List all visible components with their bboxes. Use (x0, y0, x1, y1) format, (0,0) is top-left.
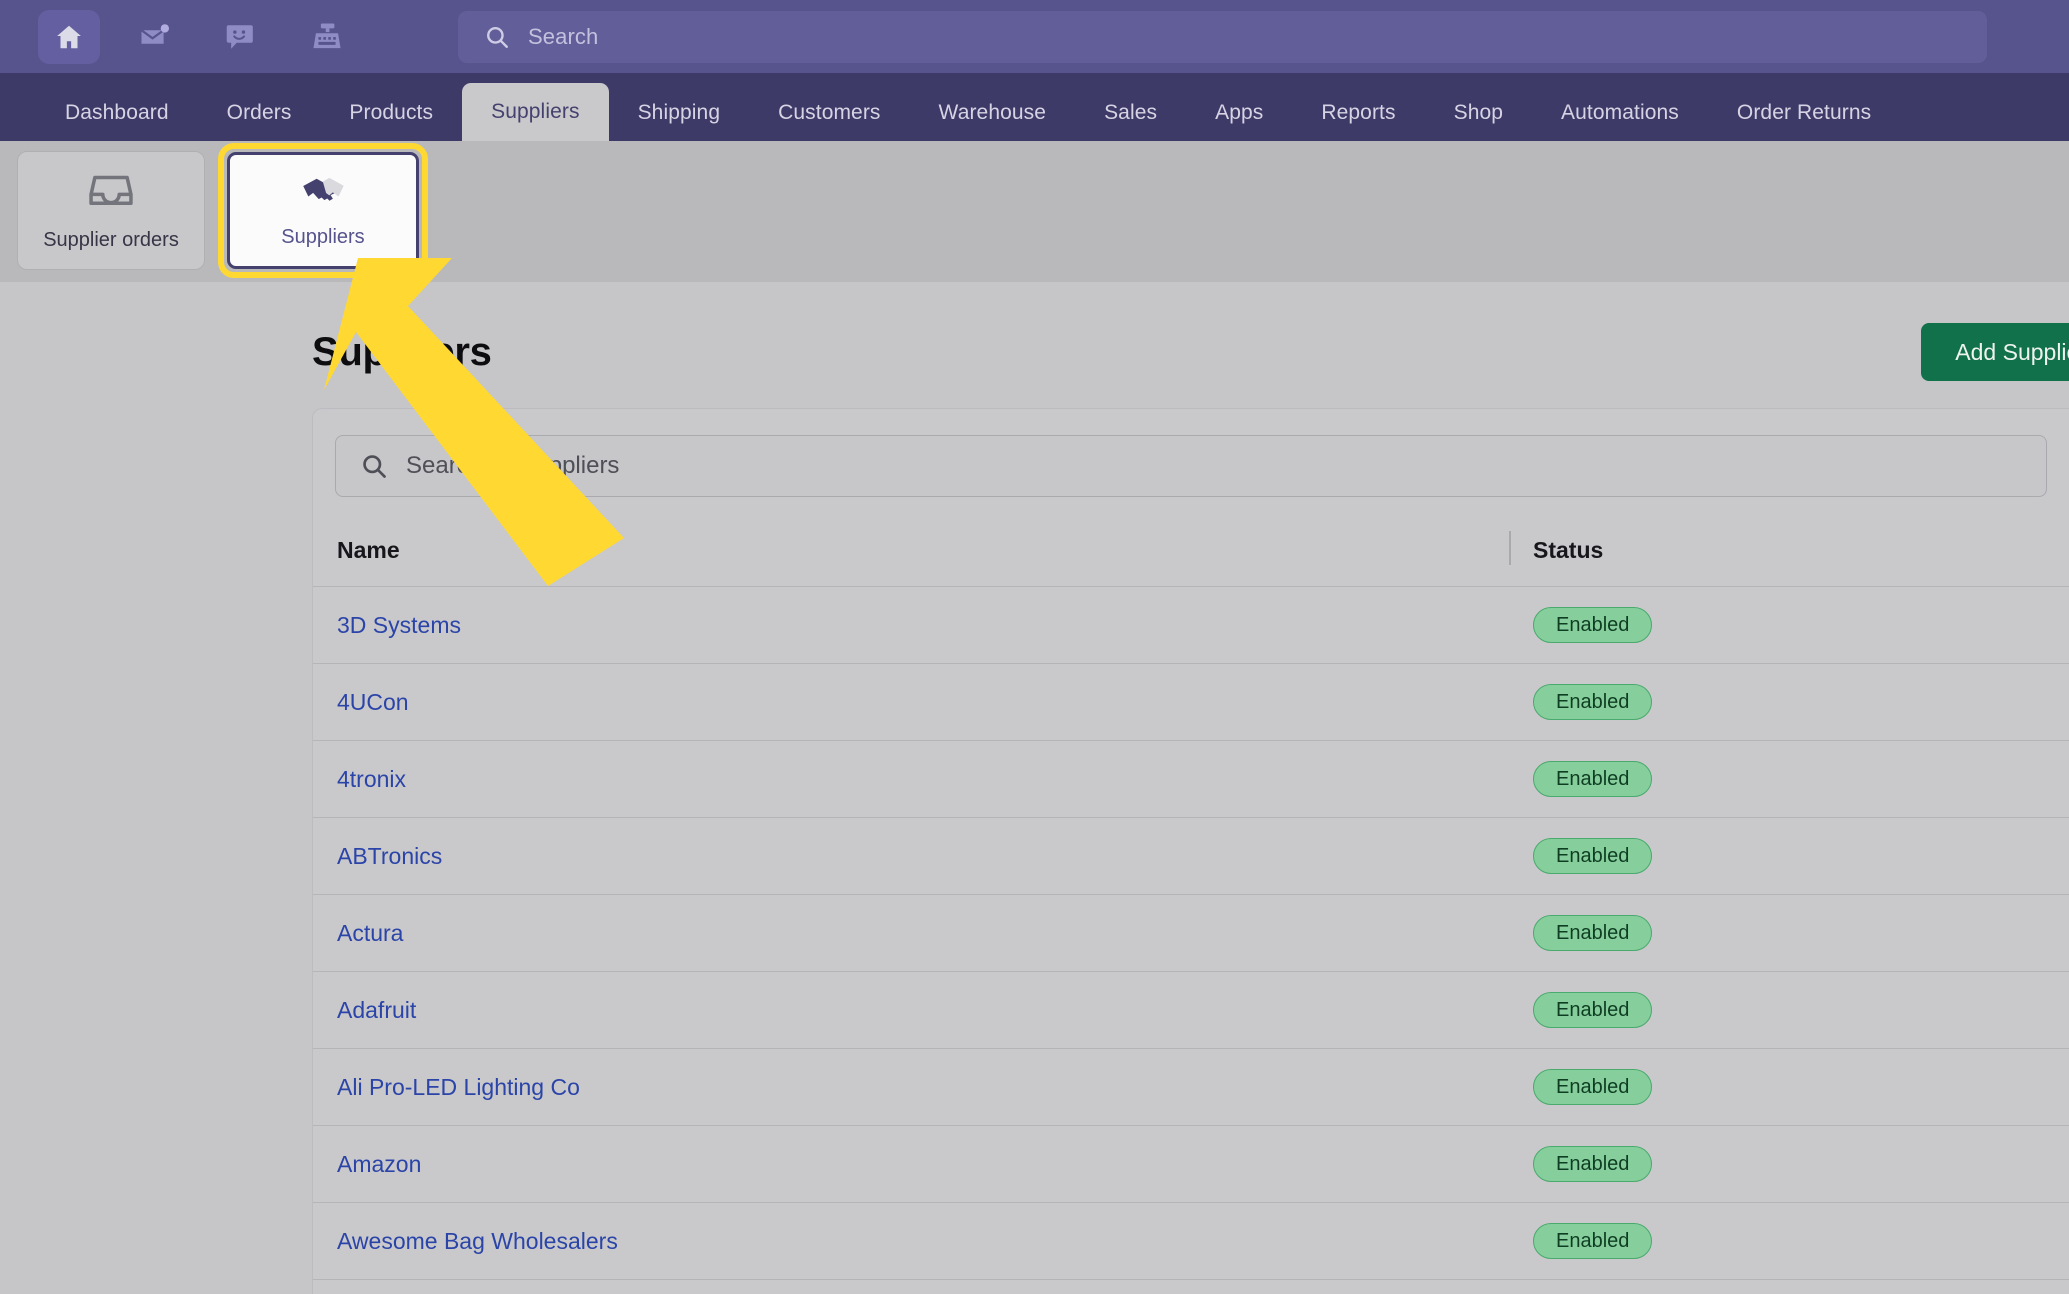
suppliers-table-head: Name Status (313, 523, 2069, 587)
global-search-input[interactable]: Search (458, 11, 1987, 63)
suppliers-card: Search for suppliers Name Status 3D Syst… (312, 408, 2069, 1294)
supplier-status-cell: Enabled (1509, 740, 2069, 818)
nav-tab-customers[interactable]: Customers (749, 85, 909, 141)
chat-smiley-icon[interactable] (210, 10, 272, 64)
status-badge: Enabled (1533, 1223, 1653, 1259)
supplier-name-cell: Book Depository (313, 1279, 1509, 1294)
supplier-name-cell: Adafruit (313, 971, 1509, 1049)
subnav-tile-label: Supplier orders (43, 228, 179, 251)
supplier-search-placeholder: Search for suppliers (406, 452, 620, 479)
supplier-status-cell: Enabled (1509, 894, 2069, 972)
mail-icon[interactable] (124, 10, 186, 64)
page-title: Suppliers (312, 330, 492, 374)
supplier-name-link[interactable]: Awesome Bag Wholesalers (337, 1228, 618, 1254)
secondary-nav: Supplier orders Suppliers (0, 141, 2069, 282)
suppliers-table-body: 3D Systems Enabled 4UCon Enabled 4tronix Enab… (313, 586, 2069, 1294)
nav-tab-shipping[interactable]: Shipping (609, 85, 750, 141)
cash-register-icon[interactable] (296, 10, 358, 64)
nav-tab-products[interactable]: Products (320, 85, 462, 141)
table-row[interactable]: Awesome Bag Wholesalers Enabled (313, 1202, 2069, 1280)
primary-nav: Dashboard Orders Products Suppliers Ship… (0, 73, 2069, 141)
table-row[interactable]: Adafruit Enabled (313, 971, 2069, 1049)
status-badge: Enabled (1533, 1069, 1653, 1105)
nav-tab-orders[interactable]: Orders (198, 85, 321, 141)
nav-tab-suppliers[interactable]: Suppliers (462, 83, 609, 141)
column-header-name[interactable]: Name (313, 523, 1509, 587)
status-badge: Enabled (1533, 915, 1653, 951)
table-row[interactable]: Amazon Enabled (313, 1125, 2069, 1203)
suppliers-search-row: Search for suppliers (313, 409, 2069, 497)
table-row[interactable]: 4UCon Enabled (313, 663, 2069, 741)
global-search-placeholder: Search (528, 24, 599, 49)
nav-tab-sales[interactable]: Sales (1075, 85, 1186, 141)
table-row[interactable]: Actura Enabled (313, 894, 2069, 972)
supplier-name-cell: Awesome Bag Wholesalers (313, 1202, 1509, 1280)
status-badge: Enabled (1533, 1146, 1653, 1182)
global-header: Search (0, 0, 2069, 73)
suppliers-table: Name Status 3D Systems Enabled 4UCon Enable… (313, 523, 2069, 1294)
supplier-status-cell: Enabled (1509, 1279, 2069, 1294)
supplier-status-cell: Enabled (1509, 663, 2069, 741)
supplier-status-cell: Enabled (1509, 1125, 2069, 1203)
supplier-name-link[interactable]: Amazon (337, 1151, 421, 1177)
supplier-name-cell: ABTronics (313, 817, 1509, 895)
nav-tab-dashboard[interactable]: Dashboard (36, 85, 198, 141)
nav-tab-reports[interactable]: Reports (1292, 85, 1424, 141)
supplier-name-link[interactable]: 3D Systems (337, 612, 461, 638)
status-badge: Enabled (1533, 607, 1653, 643)
nav-tab-shop[interactable]: Shop (1425, 85, 1532, 141)
supplier-status-cell: Enabled (1509, 817, 2069, 895)
supplier-name-cell: 4UCon (313, 663, 1509, 741)
home-icon[interactable] (38, 9, 100, 64)
supplier-status-cell: Enabled (1509, 1048, 2069, 1126)
table-header-row: Name Status (313, 523, 2069, 587)
supplier-name-link[interactable]: 4tronix (337, 766, 406, 792)
search-icon (363, 455, 386, 478)
column-header-status[interactable]: Status (1509, 523, 2069, 587)
subnav-tile-suppliers[interactable]: Suppliers (227, 152, 419, 269)
supplier-name-link[interactable]: Actura (337, 920, 403, 946)
status-badge: Enabled (1533, 761, 1653, 797)
status-badge: Enabled (1533, 838, 1653, 874)
nav-tab-order-returns[interactable]: Order Returns (1708, 85, 1900, 141)
supplier-name-cell: Ali Pro-LED Lighting Co (313, 1048, 1509, 1126)
handshake-icon (299, 173, 347, 212)
inbox-tray-icon (89, 170, 133, 215)
supplier-search-input[interactable]: Search for suppliers (335, 435, 2047, 497)
supplier-status-cell: Enabled (1509, 1202, 2069, 1280)
app-root: Search Dashboard Orders Products Supplie… (0, 0, 2069, 1294)
supplier-name-link[interactable]: 4UCon (337, 689, 409, 715)
subnav-tile-suppliers-highlight: Suppliers (218, 143, 428, 278)
supplier-status-cell: Enabled (1509, 586, 2069, 664)
subnav-tile-supplier-orders[interactable]: Supplier orders (17, 151, 205, 270)
nav-tab-warehouse[interactable]: Warehouse (910, 85, 1076, 141)
add-supplier-button[interactable]: Add Supplier (1921, 323, 2069, 381)
nav-tab-automations[interactable]: Automations (1532, 85, 1708, 141)
table-row[interactable]: 3D Systems Enabled (313, 586, 2069, 664)
table-row[interactable]: ABTronics Enabled (313, 817, 2069, 895)
supplier-name-link[interactable]: Adafruit (337, 997, 416, 1023)
supplier-name-link[interactable]: Ali Pro-LED Lighting Co (337, 1074, 580, 1100)
supplier-name-link[interactable]: ABTronics (337, 843, 442, 869)
supplier-name-cell: 3D Systems (313, 586, 1509, 664)
table-row[interactable]: Ali Pro-LED Lighting Co Enabled (313, 1048, 2069, 1126)
table-row[interactable]: 4tronix Enabled (313, 740, 2069, 818)
supplier-name-cell: Amazon (313, 1125, 1509, 1203)
nav-tab-apps[interactable]: Apps (1186, 85, 1292, 141)
supplier-status-cell: Enabled (1509, 971, 2069, 1049)
supplier-name-cell: 4tronix (313, 740, 1509, 818)
status-badge: Enabled (1533, 992, 1653, 1028)
search-icon (487, 27, 508, 48)
subnav-tile-label: Suppliers (281, 225, 365, 248)
status-badge: Enabled (1533, 684, 1653, 720)
supplier-name-cell: Actura (313, 894, 1509, 972)
table-row[interactable]: Book DepositoryEnabled (313, 1279, 2069, 1294)
